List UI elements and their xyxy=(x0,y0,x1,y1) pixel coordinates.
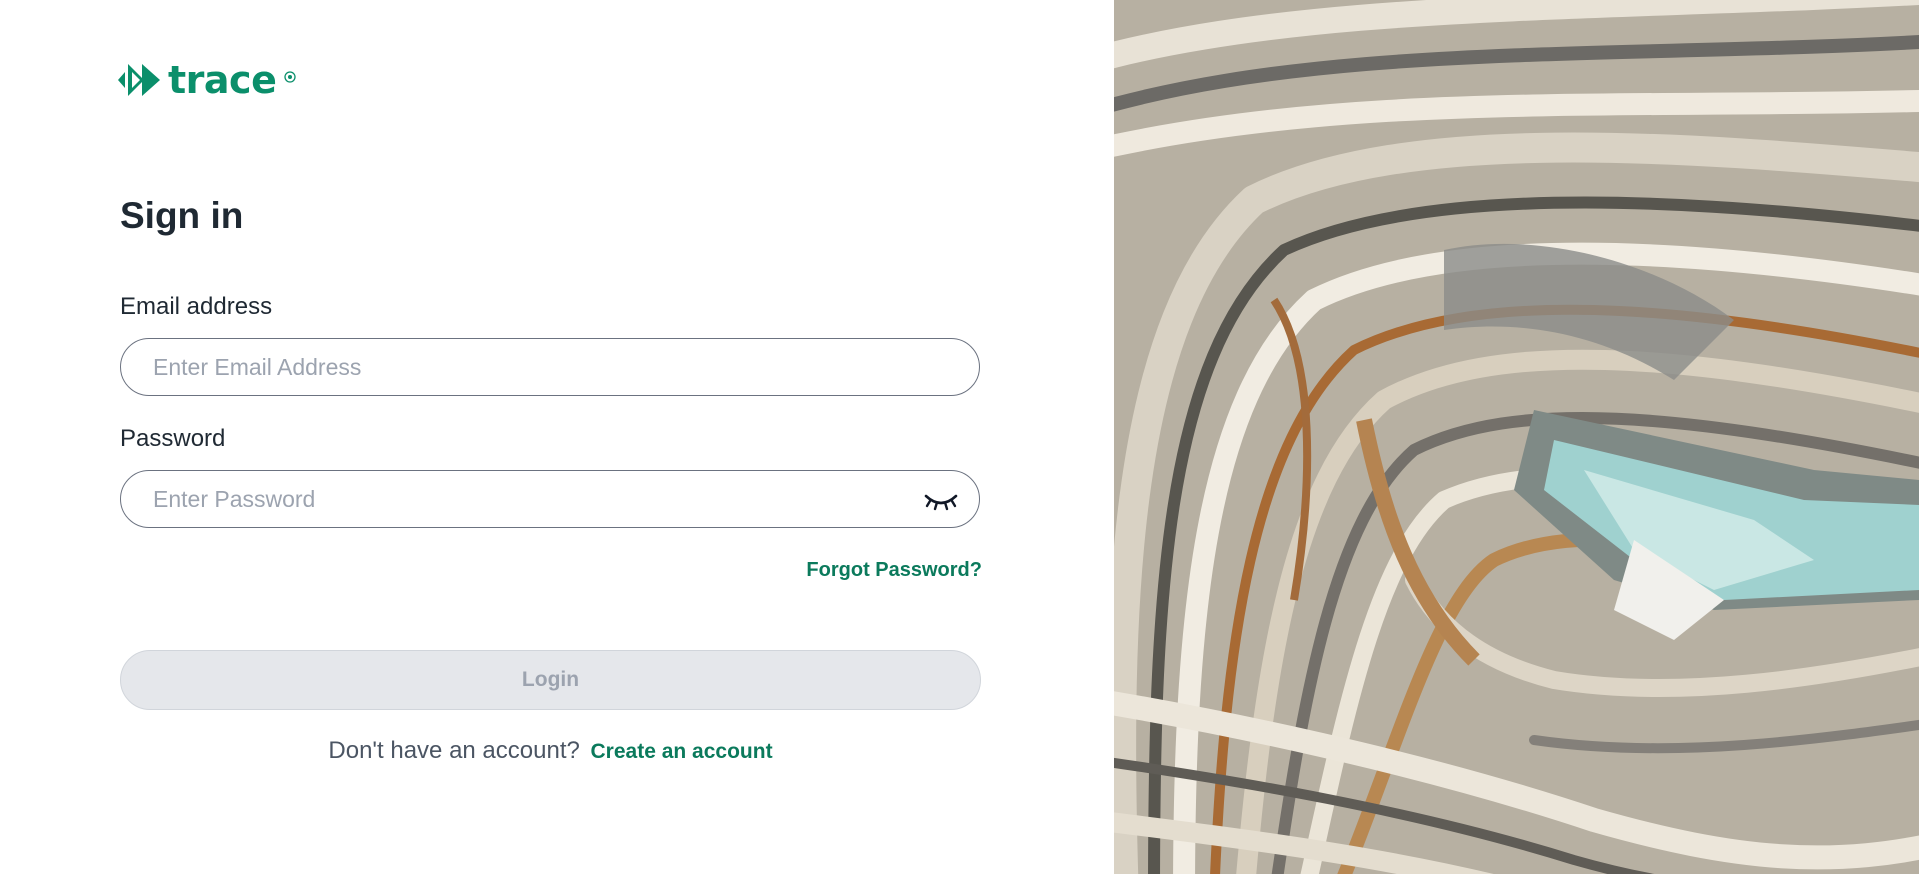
page-title: Sign in xyxy=(120,195,244,236)
sign-in-panel: trace Sign in Email address Password For… xyxy=(0,0,1114,874)
no-account-text: Don't have an account? xyxy=(328,737,580,764)
brand-name: trace xyxy=(168,58,277,102)
forgot-password-link[interactable]: Forgot Password? xyxy=(806,559,982,582)
registered-mark-icon xyxy=(284,71,297,83)
password-label: Password xyxy=(120,425,226,452)
aerial-open-pit-mine-image xyxy=(1114,0,1919,874)
password-field-container[interactable] xyxy=(120,470,980,528)
sign-in-page: trace Sign in Email address Password For… xyxy=(0,0,1919,874)
email-input[interactable] xyxy=(151,346,915,388)
email-label: Email address xyxy=(120,293,273,320)
create-account-link[interactable]: Create an account xyxy=(591,740,773,763)
password-input[interactable] xyxy=(151,478,915,520)
fast-forward-logo-icon xyxy=(118,64,160,96)
eye-closed-icon[interactable] xyxy=(923,488,959,512)
login-button[interactable]: Login xyxy=(120,650,981,710)
brand-logo[interactable]: trace xyxy=(118,58,297,102)
email-field-container[interactable] xyxy=(120,338,980,396)
create-account-prompt: Don't have an account? Create an account xyxy=(120,736,981,767)
